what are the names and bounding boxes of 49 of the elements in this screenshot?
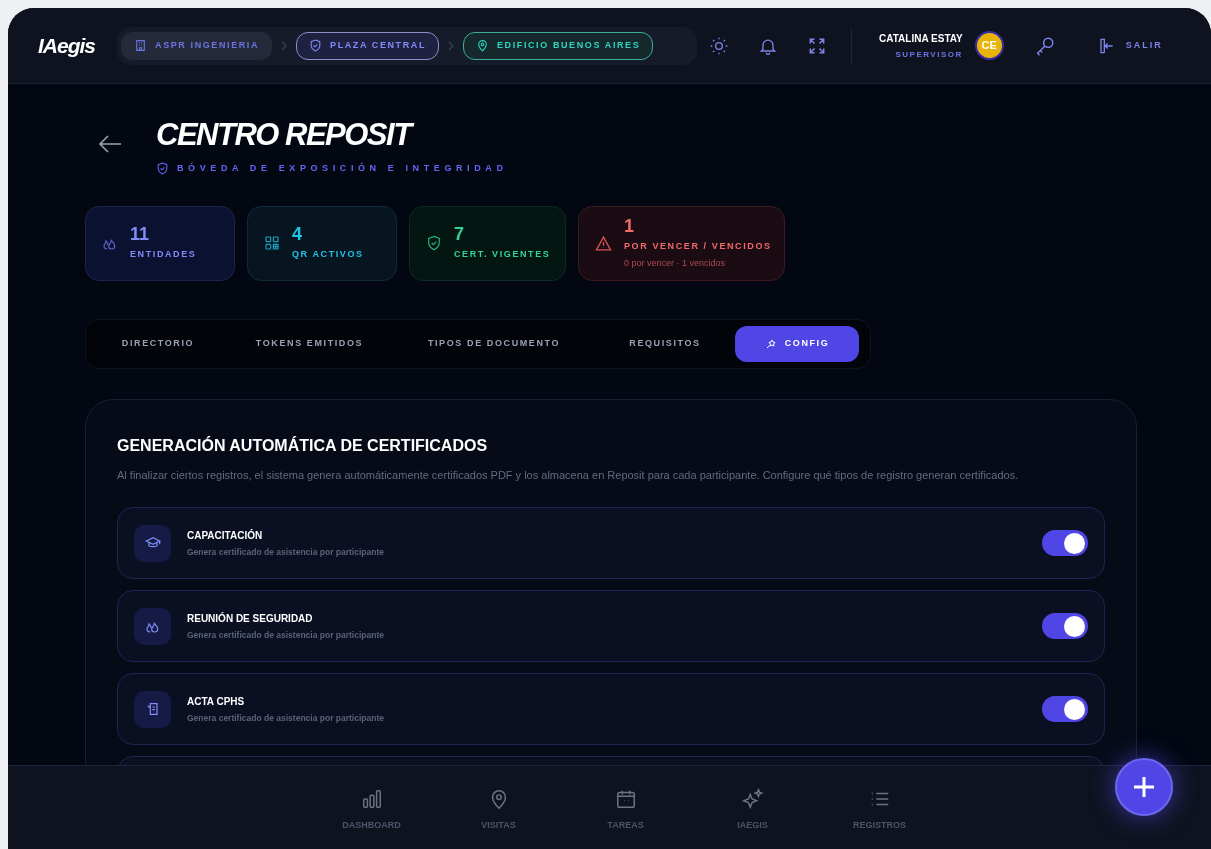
setting-description: Genera certificado de asistencia por participante — [187, 628, 385, 642]
breadcrumb-item[interactable]: ASPR INGENIERIA — [121, 31, 273, 60]
breadcrumb-item[interactable]: EDIFICIO BUENOS AIRES — [463, 31, 654, 60]
location-pin-icon — [476, 39, 489, 52]
setting-title: ACTA CPHS — [187, 694, 246, 709]
page-title: CENTRO REPOSIT — [156, 117, 508, 153]
chevron-icon — [280, 40, 289, 51]
plus-icon — [1132, 775, 1156, 799]
setting-title: REUNIÓN DE SEGURIDAD — [187, 611, 314, 626]
user-role: SUPERVISOR — [895, 48, 963, 61]
building-icon — [134, 39, 148, 52]
setting-description: Genera certificado de asistencia por participante — [187, 545, 385, 559]
toggle-switch[interactable] — [1042, 696, 1088, 722]
stat-label: CERT. VIGENTES — [454, 248, 551, 262]
back-arrow-icon[interactable] — [98, 134, 122, 154]
setting-description: Genera certificado de asistencia por participante — [187, 711, 385, 725]
toggle-switch[interactable] — [1042, 613, 1088, 639]
chevron-icon — [447, 40, 455, 51]
shield-check-icon — [426, 235, 442, 251]
stat-value: 1 — [624, 215, 635, 236]
stat-label: POR VENCER / VENCIDOS — [624, 239, 772, 253]
stat-label: ENTIDADES — [130, 248, 197, 262]
stat-value: 4 — [292, 224, 303, 245]
sun-icon[interactable] — [709, 35, 730, 56]
tab[interactable]: TIPOS DE DOCUMENTO — [393, 325, 595, 362]
page-subtitle: BÓVEDA DE EXPOSICIÓN E INTEGRIDAD — [177, 162, 508, 175]
shield-icon — [156, 162, 169, 176]
stat-label: QR ACTIVOS — [292, 248, 364, 262]
bar-chart-icon — [360, 788, 383, 810]
breadcrumb-item[interactable]: PLAZA CENTRAL — [296, 31, 439, 60]
tab[interactable]: CONFIG — [735, 325, 859, 362]
tab[interactable]: DIRECTORIO — [90, 325, 226, 362]
stat-value: 7 — [454, 224, 465, 245]
tab[interactable]: TOKENS EMITIDOS — [226, 325, 393, 362]
grid-icon — [264, 235, 280, 251]
calendar-icon — [614, 788, 637, 810]
panel-title: GENERACIÓN AUTOMÁTICA DE CERTIFICADOS — [117, 435, 489, 456]
shield-icon — [309, 39, 323, 52]
user-name: CATALINA ESTAY — [879, 31, 963, 46]
setting-title: CAPACITACIÓN — [187, 528, 264, 543]
tab[interactable]: REQUISITOS — [595, 325, 735, 362]
warning-icon — [595, 234, 612, 252]
logout-button[interactable]: SALIR — [1095, 35, 1163, 56]
toggle-switch[interactable] — [1042, 530, 1088, 556]
panel-description: Al finalizar ciertos registros, el sistema genera automáticamente certificados PDF y los almacena en Reposit para cada participante. Configure qué tipos de registro generan certificados. — [117, 467, 1020, 483]
stat-value: 11 — [130, 224, 151, 245]
stat-detail: 0 por vencer · 1 vencidos — [624, 257, 727, 270]
logo[interactable]: IAegis — [38, 29, 96, 62]
sparkles-icon — [741, 788, 764, 810]
